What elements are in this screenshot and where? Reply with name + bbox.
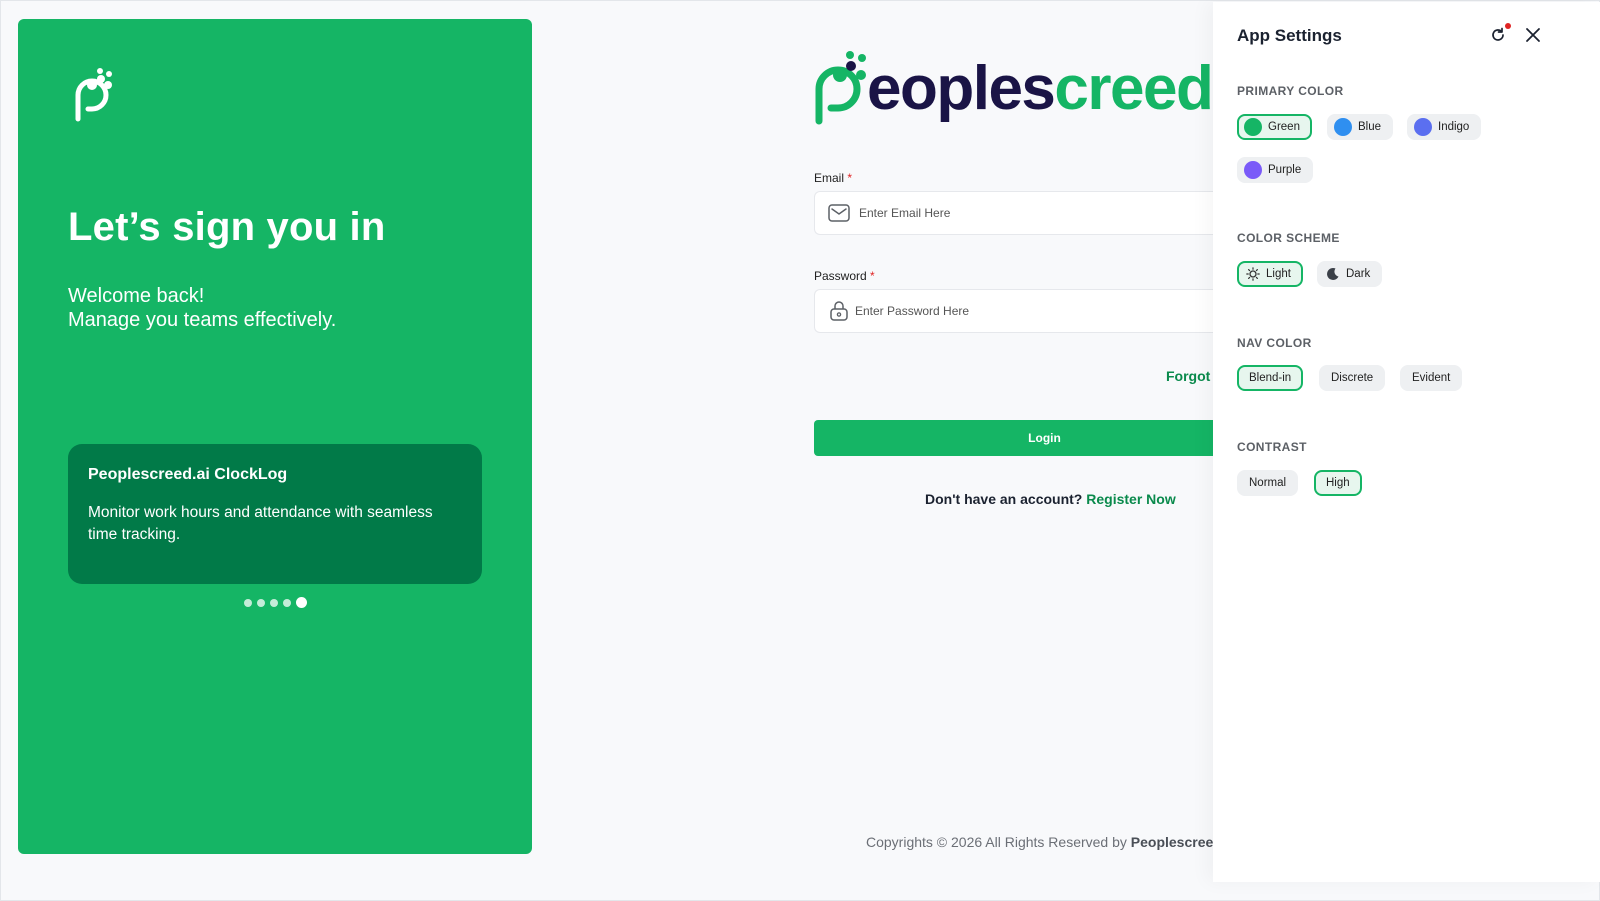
chip-label: Evident (1412, 372, 1451, 384)
carousel-dot[interactable] (244, 598, 252, 607)
password-field[interactable] (814, 289, 1213, 333)
reset-settings-button[interactable] (1489, 23, 1511, 44)
register-prompt: Don't have an account? Register Now (925, 491, 1176, 507)
feature-card: Peoplescreed.ai ClockLog Monitor work ho… (68, 444, 482, 584)
welcome-text: Welcome back! (68, 285, 205, 307)
primary-color-green[interactable]: Green (1237, 114, 1312, 140)
scheme-dark[interactable]: Dark (1317, 261, 1383, 287)
password-label: Password * (814, 269, 875, 283)
app-settings-drawer: App Settings PRIMARY COLOR Green Blue In… (1213, 2, 1600, 882)
copyright-brand: Peoplescreed. (1130, 834, 1226, 850)
svg-text:eoplescreed: eoplescreed (867, 54, 1212, 123)
scheme-light[interactable]: Light (1237, 261, 1303, 287)
nav-color-blend-in[interactable]: Blend-in (1237, 365, 1304, 391)
footer-copyright: Copyrights © 2026 All Rights Reserved by… (866, 834, 1226, 850)
hero-subtitle: Welcome back! Manage you teams effective… (68, 284, 336, 332)
chip-label: Green (1268, 121, 1300, 133)
login-button[interactable]: Login (814, 420, 1213, 456)
contrast-title: CONTRAST (1237, 440, 1307, 454)
color-swatch (1244, 161, 1262, 179)
primary-color-title: PRIMARY COLOR (1237, 84, 1344, 98)
lock-icon (827, 299, 851, 323)
copyright-text: Copyrights © 2026 All Rights Reserved by (866, 834, 1127, 850)
required-mark: * (847, 171, 853, 185)
primary-color-indigo[interactable]: Indigo (1407, 114, 1482, 140)
email-input[interactable] (859, 206, 1159, 220)
carousel-dots (244, 597, 307, 608)
nav-color-title: NAV COLOR (1237, 336, 1312, 350)
close-icon (1526, 28, 1540, 42)
drawer-title: App Settings (1237, 26, 1342, 45)
close-drawer-button[interactable] (1525, 27, 1541, 43)
sun-icon (1246, 267, 1260, 281)
password-label-text: Password (814, 269, 867, 283)
color-swatch (1414, 118, 1432, 136)
mail-icon (827, 201, 851, 225)
email-label-text: Email (814, 171, 845, 185)
no-account-text: Don't have an account? (925, 491, 1083, 507)
nav-color-evident[interactable]: Evident (1400, 365, 1463, 391)
peoplescreed-mark-icon (75, 68, 112, 122)
password-input[interactable] (855, 304, 1155, 318)
required-mark: * (870, 269, 875, 283)
peoplescreed-wordmark-icon: eoplescreed (815, 51, 1213, 125)
hero-panel: Let’s sign you in Welcome back! Manage y… (18, 19, 532, 854)
color-swatch (1334, 118, 1352, 136)
forgot-password-link[interactable]: Forgot (1166, 368, 1210, 384)
register-link[interactable]: Register Now (1086, 491, 1175, 507)
carousel-dot[interactable] (257, 598, 265, 607)
email-field[interactable] (814, 191, 1213, 235)
chip-label: Indigo (1438, 121, 1470, 133)
carousel-dot[interactable] (283, 598, 291, 607)
chip-label: Blue (1358, 121, 1382, 133)
color-scheme-title: COLOR SCHEME (1237, 231, 1340, 245)
nav-color-discrete[interactable]: Discrete (1319, 365, 1386, 391)
chip-label: High (1326, 477, 1350, 489)
color-swatch (1244, 118, 1262, 136)
contrast-high[interactable]: High (1314, 470, 1362, 496)
tagline-text: Manage you teams effectively. (68, 309, 337, 331)
hero-title: Let’s sign you in (68, 205, 386, 249)
chip-label: Blend-in (1249, 372, 1292, 384)
app-frame: Let’s sign you in Welcome back! Manage y… (0, 0, 1600, 901)
carousel-dot-active[interactable] (296, 597, 307, 608)
moon-icon (1326, 267, 1340, 281)
refresh-icon (1492, 27, 1504, 41)
primary-color-blue[interactable]: Blue (1327, 114, 1394, 140)
brand-logo: eoplescreed (813, 49, 1213, 127)
notification-dot (1505, 23, 1511, 29)
carousel-dot[interactable] (270, 598, 278, 607)
primary-color-purple[interactable]: Purple (1237, 157, 1314, 183)
chip-label: Discrete (1331, 372, 1374, 384)
chip-label: Purple (1268, 164, 1302, 176)
chip-label: Normal (1249, 477, 1287, 489)
email-label: Email * (814, 171, 852, 185)
chip-label: Light (1266, 268, 1291, 280)
contrast-normal[interactable]: Normal (1237, 470, 1299, 496)
feature-card-body: Monitor work hours and attendance with s… (88, 504, 433, 543)
feature-card-title: Peoplescreed.ai ClockLog (88, 466, 288, 483)
chip-label: Dark (1346, 268, 1371, 280)
